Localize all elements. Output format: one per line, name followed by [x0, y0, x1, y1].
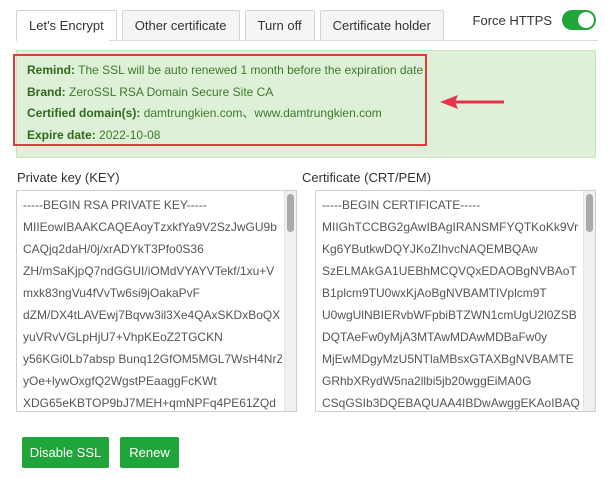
tab-lets-encrypt[interactable]: Let's Encrypt: [16, 10, 117, 40]
certificate-content: -----BEGIN CERTIFICATE----- MIIGhTCCBG2gA…: [322, 194, 581, 411]
tab-other-certificate[interactable]: Other certificate: [121, 10, 240, 40]
text-line: DQTAeFw0yMjA3MTAwMDAwMDBaFw0y: [322, 330, 548, 344]
ssl-tab-bar: Let's Encrypt Other certificate Turn off…: [16, 10, 449, 40]
text-line: -----BEGIN CERTIFICATE-----: [322, 198, 481, 212]
certificate-textarea[interactable]: -----BEGIN CERTIFICATE----- MIIGhTCCBG2gA…: [315, 190, 596, 412]
expire-label: Expire date:: [27, 127, 96, 142]
certificate-scrollbar[interactable]: [583, 191, 595, 411]
domains-label: Certified domain(s):: [27, 106, 141, 120]
text-line: y56KGi0Lb7absp Bunq12GfOM5MGL7WsH4NrZ: [23, 352, 282, 366]
text-line: dZM/DX4tLAVEwj7Bqvw3il3Xe4QAxSKDxBoQX: [23, 308, 281, 322]
red-arrow-icon: [440, 95, 504, 109]
private-key-content: -----BEGIN RSA PRIVATE KEY----- MIIEowIBA…: [23, 194, 282, 411]
text-line: ZH/mSaKjpQ7ndGGUI/iOMdVYAYVTekf/1xu+V: [23, 264, 275, 278]
disable-ssl-button[interactable]: Disable SSL: [22, 437, 109, 468]
text-line: MjEwMDgyMzU5NTlaMBsxGTAXBgNVBAMTE: [322, 352, 574, 366]
text-line: mxk83ngVu4fVvTw6si9jOakaPvF: [23, 286, 200, 300]
text-line: CSqGSIb3DQEBAQUAA4IBDwAwggEKAoIBAQ: [322, 396, 580, 410]
force-https-toggle[interactable]: [562, 10, 596, 30]
text-line: GRhbXRydW5na2llbi5jb20wggEiMA0G: [322, 374, 532, 388]
text-line: MIIGhTCCBG2gAwIBAgIRANSMFYQTKoKk9Vr: [322, 220, 579, 234]
force-https-label: Force HTTPS: [472, 12, 552, 28]
toggle-knob: [578, 12, 594, 28]
certificate-info-lines: Remind: The SSL will be auto renewed 1 m…: [27, 62, 423, 148]
certificate-label: Certificate (CRT/PEM): [302, 170, 432, 185]
text-line: B1plcm9TU0wxKjAoBgNVBAMTIVplcm9T: [322, 286, 547, 300]
text-line: yOe+lywOxgfQ2WgstPEaaggFcKWt: [23, 374, 217, 388]
text-line: -----BEGIN RSA PRIVATE KEY-----: [23, 198, 207, 212]
private-key-textarea[interactable]: -----BEGIN RSA PRIVATE KEY----- MIIEowIBA…: [16, 190, 297, 412]
private-key-label: Private key (KEY): [17, 170, 120, 185]
brand-text: ZeroSSL RSA Domain Secure Site CA: [69, 84, 274, 99]
private-key-scrollbar[interactable]: [284, 191, 296, 411]
text-line: XDG65eKBTOP9bJ7MEH+qmNPFq4PE61ZQd: [23, 396, 276, 410]
domains-line: Certified domain(s): damtrungkien.com、ww…: [27, 105, 423, 127]
text-line: U0wgUlNBIERvbWFpbiBTZWN1cmUgU2l0ZSB: [322, 308, 577, 322]
text-line: CAQjq2daH/0j/xrADYkT3Pfo0S36: [23, 242, 204, 256]
text-line: Kg6YButkwDQYJKoZIhvcNAQEMBQAw: [322, 242, 538, 256]
expire-line: Expire date: 2022-10-08: [27, 127, 423, 149]
text-line: yuVRvVGLpHjU7+VhpKEoZ2TGCKN: [23, 330, 223, 344]
domains-text: damtrungkien.com、www.damtrungkien.com: [143, 106, 382, 120]
expire-text: 2022-10-08: [99, 127, 161, 142]
text-line: MIIEowIBAAKCAQEAoyTzxkfYa9V2SzJwGU9b: [23, 220, 277, 234]
remind-line: Remind: The SSL will be auto renewed 1 m…: [27, 62, 423, 84]
text-line: SzELMAkGA1UEBhMCQVQxEDAOBgNVBAoT: [322, 264, 577, 278]
brand-label: Brand:: [27, 84, 66, 99]
force-https-control: Force HTTPS: [473, 10, 596, 30]
renew-button[interactable]: Renew: [120, 437, 179, 468]
scroll-thumb[interactable]: [586, 194, 593, 232]
remind-text: The SSL will be auto renewed 1 month bef…: [78, 63, 424, 77]
tab-certificate-holder[interactable]: Certificate holder: [319, 10, 444, 40]
brand-line: Brand: ZeroSSL RSA Domain Secure Site CA: [27, 84, 423, 106]
remind-label: Remind:: [27, 63, 75, 77]
tab-turn-off[interactable]: Turn off: [244, 10, 315, 40]
scroll-thumb[interactable]: [287, 194, 294, 232]
